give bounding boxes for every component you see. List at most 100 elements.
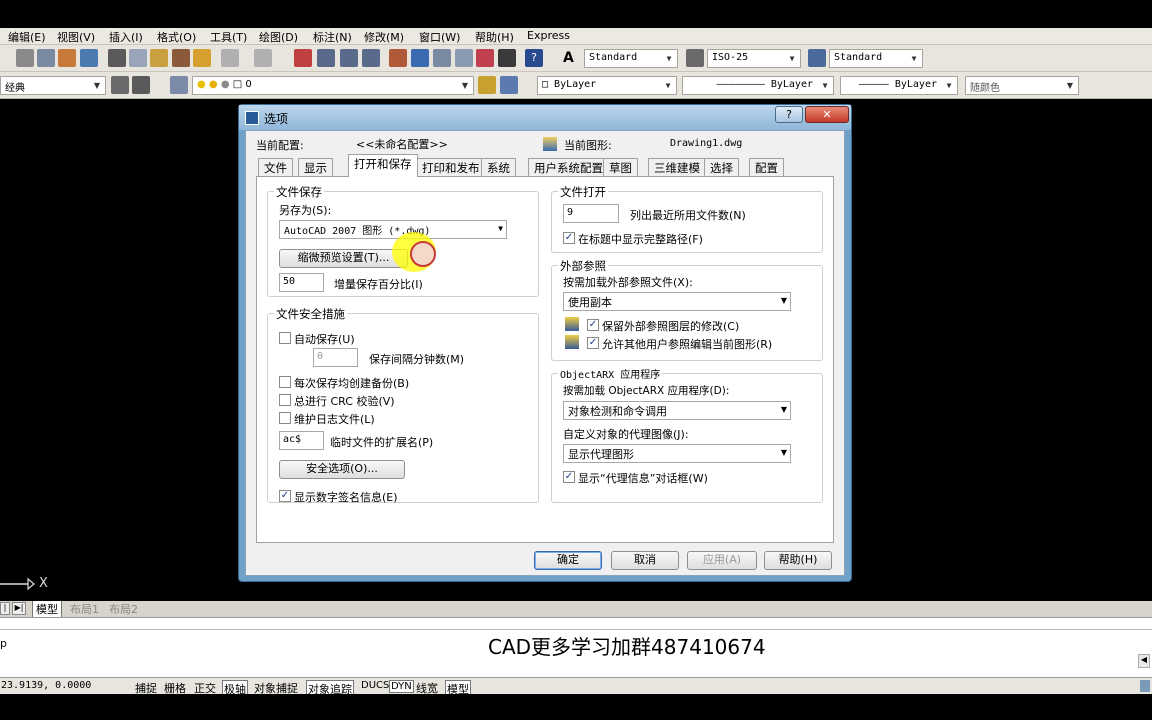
file-open-group-label: 文件打开 — [558, 184, 608, 200]
full-path-checkbox[interactable]: ✓ — [563, 232, 575, 244]
tab-plot-publish[interactable]: 打印和发布 — [416, 158, 486, 176]
undo-icon[interactable] — [221, 49, 239, 67]
menu-modify[interactable]: 修改(M) — [364, 29, 404, 45]
menu-edit[interactable]: 编辑(E) — [8, 29, 46, 45]
command-prompt: p — [0, 637, 7, 650]
menu-tools[interactable]: 工具(T) — [210, 29, 247, 45]
workspace-settings-icon[interactable] — [111, 76, 129, 94]
paste-icon[interactable] — [150, 49, 168, 67]
backup-checkbox[interactable] — [279, 376, 291, 388]
lightbulb-icon: ● — [197, 79, 206, 90]
recent-files-input[interactable]: 9 — [563, 204, 619, 223]
menu-help[interactable]: 帮助(H) — [475, 29, 514, 45]
calculator-icon[interactable] — [498, 49, 516, 67]
help-button[interactable]: 帮助(H) — [764, 551, 832, 570]
thumbnail-settings-button[interactable]: 缩微预览设置(T)... — [279, 249, 408, 268]
cancel-button[interactable]: 取消 — [611, 551, 679, 570]
status-ducs[interactable]: DUCS — [360, 680, 390, 691]
layer-previous-icon[interactable] — [500, 76, 518, 94]
dialog-titlebar[interactable]: 选项 ? ✕ — [239, 105, 851, 130]
ok-button[interactable]: 确定 — [534, 551, 602, 570]
markup-icon[interactable] — [476, 49, 494, 67]
incremental-save-input[interactable]: 50 — [279, 273, 324, 292]
menu-express[interactable]: Express — [527, 29, 570, 42]
xref-demand-select[interactable]: 使用副本 ▼ — [563, 292, 791, 311]
dim-style-select[interactable]: ISO-25 ▼ — [707, 49, 801, 68]
copy-icon[interactable] — [129, 49, 147, 67]
menu-view[interactable]: 视图(V) — [57, 29, 95, 45]
tab-scroll-right-icon[interactable]: ▶| — [12, 602, 26, 615]
allow-ref-edit-checkbox[interactable]: ✓ — [587, 337, 599, 349]
tab-files[interactable]: 文件 — [258, 158, 293, 176]
publish-icon[interactable] — [58, 49, 76, 67]
file-save-group-label: 文件保存 — [274, 184, 324, 200]
workspace-select[interactable]: 经典 ▼ — [0, 76, 106, 95]
make-current-layer-icon[interactable] — [478, 76, 496, 94]
status-dyn[interactable]: DYN — [389, 680, 414, 693]
tab-open-save[interactable]: 打开和保存 — [348, 154, 418, 177]
arx-demand-select[interactable]: 对象检测和命令调用 ▼ — [563, 401, 791, 420]
tab-3d-modeling[interactable]: 三维建模 — [648, 158, 706, 176]
autosave-minutes-input[interactable]: 0 — [313, 348, 358, 367]
properties-icon[interactable] — [389, 49, 407, 67]
tab-user-preferences[interactable]: 用户系统配置 — [528, 158, 609, 176]
retain-xref-changes-checkbox[interactable]: ✓ — [587, 319, 599, 331]
plotstyle-select[interactable]: 随颜色 ▼ — [965, 76, 1079, 95]
tab-drafting[interactable]: 草图 — [603, 158, 638, 176]
tab-layout1[interactable]: 布局1 — [67, 601, 102, 617]
pan-icon[interactable] — [294, 49, 312, 67]
cut-icon[interactable] — [108, 49, 126, 67]
crc-checkbox[interactable] — [279, 394, 291, 406]
security-options-button[interactable]: 安全选项(O)... — [279, 460, 405, 479]
apply-button[interactable]: 应用(A) — [687, 551, 757, 570]
3d-dwf-icon[interactable] — [80, 49, 98, 67]
print-icon[interactable] — [16, 49, 34, 67]
table-style-select[interactable]: Standard ▼ — [829, 49, 923, 68]
sheet-set-icon[interactable] — [455, 49, 473, 67]
ucs-axis-icon — [0, 577, 35, 591]
tool-palettes-icon[interactable] — [433, 49, 451, 67]
tray-icon[interactable] — [1140, 680, 1150, 692]
command-window[interactable]: p CAD更多学习加群487410674 ◀ — [0, 617, 1152, 677]
temp-ext-input[interactable]: ac$ — [279, 431, 324, 450]
autosave-checkbox[interactable] — [279, 332, 291, 344]
proxy-image-select[interactable]: 显示代理图形 ▼ — [563, 444, 791, 463]
tab-selection[interactable]: 选择 — [704, 158, 739, 176]
workspace-save-icon[interactable] — [132, 76, 150, 94]
menu-insert[interactable]: 插入(I) — [109, 29, 143, 45]
objectarx-group-label: ObjectARX 应用程序 — [558, 366, 663, 381]
linetype-select[interactable]: ———————— ByLayer ▼ — [682, 76, 834, 95]
tab-layout2[interactable]: 布局2 — [106, 601, 141, 617]
zoom-realtime-icon[interactable] — [317, 49, 335, 67]
close-title-button[interactable]: ✕ — [805, 106, 849, 123]
match-properties-icon[interactable] — [172, 49, 190, 67]
tab-scroll-left[interactable]: | — [0, 602, 10, 615]
block-editor-icon[interactable] — [193, 49, 211, 67]
layer-manager-icon[interactable] — [170, 76, 188, 94]
menu-draw[interactable]: 绘图(D) — [259, 29, 298, 45]
lineweight-select[interactable]: ————— ByLayer ▼ — [840, 76, 958, 95]
help-icon[interactable]: ? — [525, 49, 543, 67]
redo-icon[interactable] — [254, 49, 272, 67]
design-center-icon[interactable] — [411, 49, 429, 67]
menu-format[interactable]: 格式(O) — [157, 29, 196, 45]
command-scroll-left-icon[interactable]: ◀ — [1138, 654, 1150, 668]
tab-profiles[interactable]: 配置 — [749, 158, 784, 176]
zoom-window-icon[interactable] — [340, 49, 358, 67]
save-as-select[interactable]: AutoCAD 2007 图形 (*.dwg) ▼ — [279, 220, 507, 239]
menu-dimension[interactable]: 标注(N) — [313, 29, 352, 45]
tab-system[interactable]: 系统 — [481, 158, 516, 176]
bottom-black-bar — [0, 694, 1152, 720]
color-select[interactable]: □ ByLayer ▼ — [537, 76, 677, 95]
tab-model[interactable]: 模型 — [32, 601, 62, 618]
text-style-select[interactable]: Standard ▼ — [584, 49, 678, 68]
layer-select[interactable]: ● ● ● □ 0 ▼ — [192, 76, 474, 95]
tab-display[interactable]: 显示 — [298, 158, 333, 176]
digital-signature-checkbox[interactable]: ✓ — [279, 490, 291, 502]
help-title-button[interactable]: ? — [775, 106, 803, 123]
log-file-checkbox[interactable] — [279, 412, 291, 424]
plot-preview-icon[interactable] — [37, 49, 55, 67]
menu-window[interactable]: 窗口(W) — [419, 29, 460, 45]
zoom-previous-icon[interactable] — [362, 49, 380, 67]
show-proxy-dialog-checkbox[interactable]: ✓ — [563, 471, 575, 483]
